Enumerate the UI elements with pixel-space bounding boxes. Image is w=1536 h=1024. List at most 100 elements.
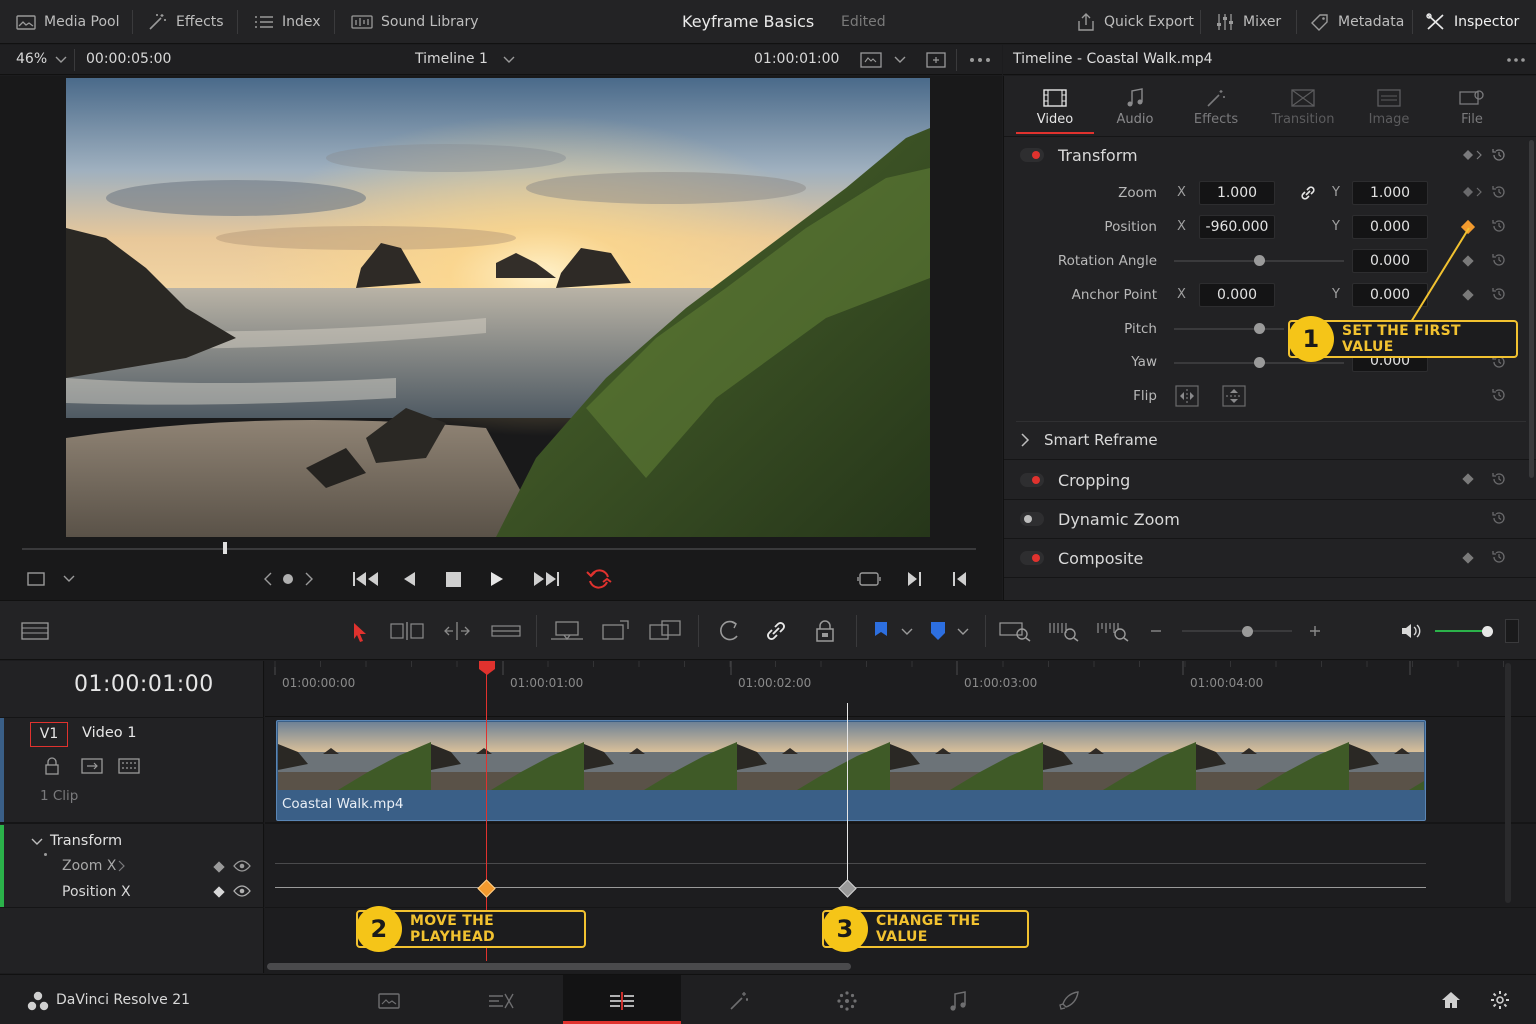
snapping-icon[interactable] — [718, 620, 740, 642]
tab-image[interactable]: Image — [1349, 84, 1429, 127]
inspector-button[interactable]: Inspector — [1426, 0, 1519, 44]
match-frame-icon[interactable] — [857, 571, 881, 587]
tab-transition[interactable]: Transition — [1263, 84, 1343, 127]
reset-icon[interactable] — [1491, 387, 1507, 403]
zoom-x-keyframe-lane[interactable] — [275, 863, 1426, 864]
index-button[interactable]: Index — [254, 0, 321, 44]
pitch-slider[interactable] — [1174, 328, 1284, 330]
metadata-button[interactable]: Metadata — [1310, 0, 1404, 44]
flip-vertical-icon[interactable] — [1222, 385, 1246, 407]
zoom-in-icon[interactable] — [1310, 626, 1320, 636]
track-visibility-icon[interactable] — [118, 758, 140, 774]
play-reverse-icon[interactable] — [402, 571, 416, 587]
effects-button[interactable]: Effects — [148, 0, 224, 44]
dynamic-zoom-enable-toggle[interactable] — [1020, 512, 1044, 526]
viewer-zoom[interactable]: 46% — [16, 51, 47, 67]
composite-enable-toggle[interactable] — [1020, 551, 1044, 565]
transform-section-header[interactable]: Transform — [1016, 136, 1526, 174]
quick-export-button[interactable]: Quick Export — [1076, 0, 1194, 44]
trim-edit-icon[interactable] — [390, 621, 424, 641]
speaker-icon[interactable] — [1400, 622, 1422, 640]
reset-icon[interactable] — [1491, 510, 1507, 526]
track-name[interactable]: Video 1 — [82, 725, 136, 741]
more-options-icon[interactable] — [969, 57, 991, 63]
chevron-right-icon[interactable] — [118, 860, 126, 872]
scrubber-handle[interactable] — [223, 542, 227, 554]
media-page-icon[interactable] — [378, 992, 400, 1010]
smart-reframe-section[interactable]: Smart Reframe — [1016, 421, 1526, 459]
settings-gear-icon[interactable] — [1490, 990, 1510, 1010]
edit-page-icon[interactable] — [608, 991, 636, 1011]
mixer-button[interactable]: Mixer — [1215, 0, 1281, 44]
playhead-handle[interactable] — [478, 661, 496, 675]
prev-keyframe-icon[interactable] — [263, 572, 273, 586]
timeline-vertical-scrollbar[interactable] — [1505, 663, 1511, 903]
position-lock-icon[interactable] — [814, 620, 836, 642]
fusion-page-icon[interactable] — [728, 990, 750, 1012]
anchor-x-field[interactable]: 0.000 — [1199, 283, 1275, 307]
tab-video[interactable]: Video — [1015, 84, 1095, 127]
volume-slider-knob[interactable] — [1482, 626, 1493, 637]
chevron-down-icon[interactable] — [894, 56, 906, 64]
pitch-slider-knob[interactable] — [1254, 323, 1265, 334]
tab-file[interactable]: File — [1432, 84, 1512, 127]
stop-icon[interactable] — [446, 572, 461, 587]
chevron-down-icon[interactable] — [901, 628, 913, 636]
timeline-scrollbar[interactable] — [267, 963, 851, 970]
tab-audio[interactable]: Audio — [1095, 84, 1175, 127]
keyframe-nav-icon[interactable] — [1462, 186, 1484, 198]
cut-page-icon[interactable] — [487, 992, 515, 1010]
linked-selection-icon[interactable] — [764, 620, 788, 642]
auto-select-icon[interactable] — [81, 758, 103, 774]
reset-icon[interactable] — [1491, 549, 1507, 565]
zoom-slider-knob[interactable] — [1242, 626, 1253, 637]
keyframe-nav-icon[interactable] — [1462, 149, 1484, 161]
marker-icon[interactable] — [929, 621, 947, 641]
flip-horizontal-icon[interactable] — [1175, 385, 1199, 407]
fairlight-page-icon[interactable] — [948, 990, 968, 1012]
prev-edit-icon[interactable] — [952, 571, 968, 587]
zoom-y-field[interactable]: 1.000 — [1352, 181, 1428, 205]
timeline-layout-icon[interactable] — [21, 622, 49, 640]
selection-arrow-icon[interactable] — [352, 622, 368, 642]
overwrite-clip-icon[interactable] — [600, 619, 630, 643]
reset-icon[interactable] — [1491, 286, 1507, 302]
keyframe-diamond-icon[interactable] — [213, 861, 225, 873]
chevron-down-icon[interactable] — [503, 56, 515, 64]
keyframe-diamond-icon[interactable] — [213, 886, 225, 898]
keyframe-first[interactable] — [477, 879, 496, 898]
media-pool-button[interactable]: Media Pool — [16, 0, 119, 44]
chevron-down-icon[interactable] — [957, 628, 969, 636]
lock-icon[interactable] — [44, 757, 60, 775]
zoom-custom-icon[interactable] — [1096, 620, 1130, 642]
reset-icon[interactable] — [1491, 218, 1507, 234]
home-icon[interactable] — [1441, 991, 1461, 1009]
tab-effects[interactable]: Effects — [1176, 84, 1256, 127]
reset-icon[interactable] — [1491, 184, 1507, 200]
composite-section-header[interactable]: Composite — [1016, 539, 1526, 577]
skip-to-start-icon[interactable] — [352, 571, 380, 587]
play-icon[interactable] — [490, 571, 504, 587]
keyframe-second[interactable] — [838, 879, 857, 898]
cropping-enable-toggle[interactable] — [1020, 473, 1044, 487]
link-icon[interactable] — [1299, 184, 1317, 202]
sound-library-button[interactable]: Sound Library — [351, 0, 479, 44]
reset-icon[interactable] — [1491, 147, 1507, 163]
yaw-slider-knob[interactable] — [1254, 357, 1265, 368]
color-page-icon[interactable] — [836, 990, 858, 1012]
viewer-frame[interactable] — [66, 78, 930, 537]
eye-icon[interactable] — [233, 860, 251, 872]
zoom-full-icon[interactable] — [998, 620, 1032, 642]
crop-frame-icon[interactable] — [26, 571, 46, 587]
zoom-out-icon[interactable] — [1151, 630, 1161, 632]
timeline-name[interactable]: Timeline 1 — [415, 51, 488, 67]
cropping-section-header[interactable]: Cropping — [1016, 461, 1526, 499]
position-x-field[interactable]: -960.000 — [1199, 215, 1275, 239]
safe-area-icon[interactable] — [926, 52, 946, 68]
scrubber-track[interactable] — [22, 548, 976, 550]
clip-view-icon[interactable] — [860, 52, 882, 68]
replace-clip-icon[interactable] — [648, 619, 682, 643]
dynamic-trim-icon[interactable] — [441, 621, 473, 641]
skip-to-end-icon[interactable] — [532, 571, 560, 587]
track-v1-button[interactable]: V1 — [30, 722, 68, 747]
